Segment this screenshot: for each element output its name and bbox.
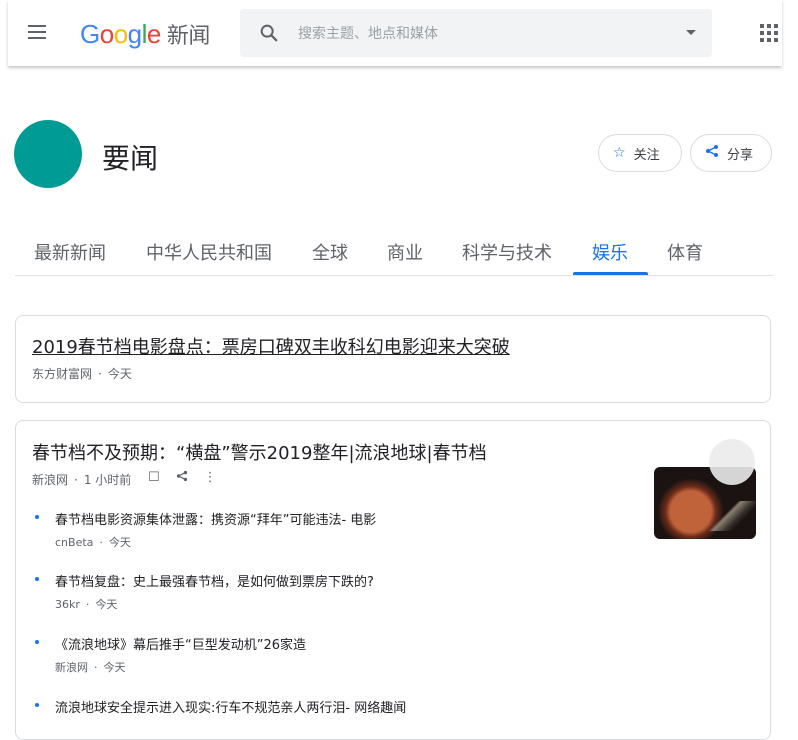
more-options-icon[interactable]: ⋮ [204, 470, 217, 486]
related-headline[interactable]: 春节档复盘：史上最强春节档，是如何做到票房下跌的? [55, 571, 374, 590]
google-logo-g: G [80, 19, 100, 49]
meta-separator: · [98, 367, 102, 381]
google-news-logo[interactable]: Google 新闻 [80, 18, 210, 50]
tab-world[interactable]: 全球 [312, 239, 348, 265]
search-icon[interactable] [258, 22, 280, 44]
apps-dot [760, 38, 764, 42]
apps-dot [774, 24, 778, 28]
story-actions: ☐ ⋮ [148, 470, 217, 486]
apps-grid-icon[interactable] [760, 24, 778, 42]
active-tab-indicator [573, 272, 648, 275]
meta-separator: · [74, 473, 78, 487]
bullet-icon [35, 703, 39, 707]
related-meta: 新浪网 · 今天 [55, 659, 126, 675]
tab-latest[interactable]: 最新新闻 [34, 239, 106, 265]
google-logo-o1: o [99, 19, 114, 49]
bookmark-icon[interactable]: ☐ [148, 470, 160, 486]
story-meta: 新浪网 · 1 小时前 [32, 471, 131, 488]
bullet-icon [35, 577, 39, 581]
topic-avatar [14, 120, 82, 188]
tab-china[interactable]: 中华人民共和国 [146, 239, 272, 265]
share-button[interactable]: 分享 [690, 134, 772, 172]
story-source[interactable]: 东方财富网 [32, 367, 92, 381]
story-meta: 东方财富网 · 今天 [32, 365, 132, 382]
search-input[interactable] [296, 22, 660, 46]
main-menu-icon[interactable] [26, 21, 48, 43]
story-source[interactable]: 新浪网 [32, 473, 68, 487]
share-icon [705, 144, 719, 162]
related-meta: cnBeta · 今天 [55, 534, 131, 550]
related-source[interactable]: cnBeta [55, 536, 93, 549]
apps-dot [760, 31, 764, 35]
search-options-dropdown-icon[interactable] [686, 30, 696, 35]
meta-separator: · [99, 536, 103, 549]
source-logo-badge [709, 439, 755, 485]
section-tabs: 最新新闻 中华人民共和国 全球 商业 科学与技术 娱乐 体育 [15, 237, 773, 276]
story-card: 春节档不及预期：“横盘”警示2019整年|流浪地球|春节档 新浪网 · 1 小时前 … [15, 420, 771, 740]
search-box[interactable] [240, 9, 712, 57]
tab-entertainment[interactable]: 娱乐 [592, 239, 628, 265]
story-headline[interactable]: 春节档不及预期：“横盘”警示2019整年|流浪地球|春节档 [32, 439, 487, 465]
apps-dot [767, 38, 771, 42]
tab-business[interactable]: 商业 [387, 239, 423, 265]
story-headline[interactable]: 2019春节档电影盘点：票房口碑双丰收科幻电影迎来大突破 [32, 333, 510, 359]
share-icon[interactable] [176, 470, 188, 486]
related-headline[interactable]: 《流浪地球》幕后推手“巨型发动机”26家造 [55, 634, 306, 653]
google-logo-g2: g [127, 19, 142, 49]
google-logo-o2: o [113, 19, 128, 49]
apps-dot [760, 24, 764, 28]
apps-dot [774, 38, 778, 42]
related-source[interactable]: 新浪网 [55, 661, 88, 674]
related-time: 今天 [108, 536, 131, 549]
related-source[interactable]: 36kr [55, 598, 80, 611]
related-time: 今天 [103, 661, 126, 674]
tab-sports[interactable]: 体育 [667, 239, 703, 265]
meta-separator: · [94, 661, 98, 674]
share-label: 分享 [727, 147, 754, 163]
apps-dot [767, 31, 771, 35]
meta-separator: · [85, 598, 90, 611]
apps-dot [774, 31, 778, 35]
logo-suffix: 新闻 [166, 24, 211, 49]
story-card: 2019春节档电影盘点：票房口碑双丰收科幻电影迎来大突破 东方财富网 · 今天 [15, 315, 771, 403]
star-icon: ☆ [613, 145, 626, 161]
story-time: 今天 [107, 367, 132, 381]
apps-dot [767, 24, 771, 28]
bullet-icon [35, 640, 39, 644]
follow-label: 关注 [633, 147, 660, 163]
bullet-icon [35, 515, 39, 519]
related-headline[interactable]: 春节档电影资源集体泄露：携资源“拜年”可能违法- 电影 [55, 509, 376, 528]
google-logo-e: e [146, 19, 161, 49]
follow-button[interactable]: ☆ 关注 [598, 134, 682, 172]
related-headline[interactable]: 流浪地球安全提示进入现实:行车不规范亲人两行泪- 网络趣闻 [55, 697, 406, 716]
app-header: Google 新闻 [8, 0, 782, 66]
related-time: 今天 [95, 598, 118, 611]
related-meta: 36kr · 今天 [55, 596, 117, 612]
tab-sci-tech[interactable]: 科学与技术 [462, 239, 552, 265]
story-time: 1 小时前 [83, 473, 132, 487]
page-title: 要闻 [102, 142, 159, 175]
